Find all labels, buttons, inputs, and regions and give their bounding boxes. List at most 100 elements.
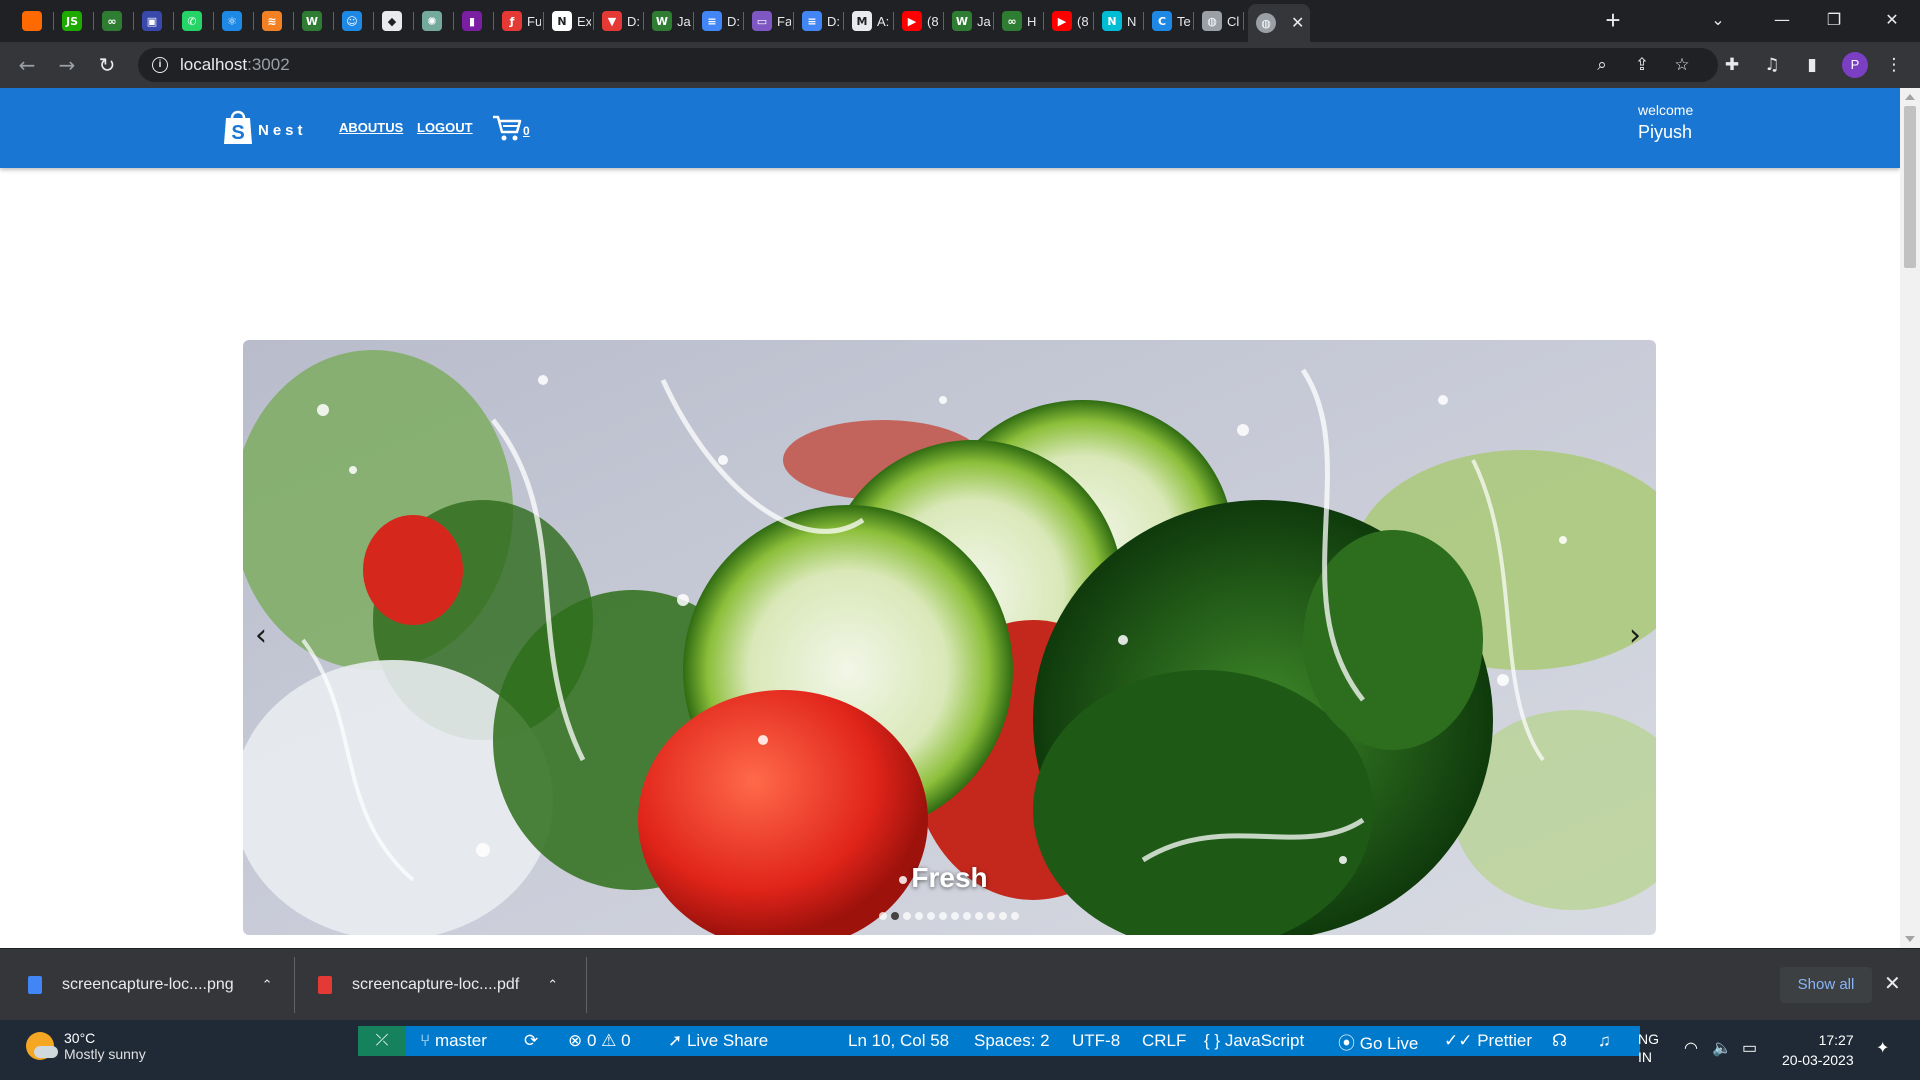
- carousel-next-button[interactable]: ›: [1629, 618, 1641, 653]
- cart-button[interactable]: 0: [492, 114, 530, 142]
- carousel-dot[interactable]: [951, 912, 959, 920]
- media-control-icon[interactable]: ♫: [1760, 53, 1784, 77]
- carousel-dot[interactable]: [939, 912, 947, 920]
- carousel-dot[interactable]: [963, 912, 971, 920]
- carousel-dot[interactable]: [975, 912, 983, 920]
- language-mode[interactable]: { } JavaScript: [1204, 1031, 1304, 1051]
- close-tab-icon[interactable]: ✕: [1291, 13, 1304, 33]
- carousel-dot[interactable]: [915, 912, 923, 920]
- docs-icon: ≡: [802, 11, 822, 31]
- wifi-icon[interactable]: ◠: [1684, 1038, 1698, 1058]
- feedback-icon[interactable]: ☊: [1552, 1031, 1567, 1051]
- live-share-button[interactable]: ➚ Live Share: [668, 1031, 768, 1051]
- new-tab-button[interactable]: +: [1598, 6, 1628, 36]
- url-text[interactable]: localhost:3002: [180, 55, 290, 75]
- back-icon[interactable]: ←: [12, 50, 42, 80]
- restore-button[interactable]: ❐: [1810, 0, 1858, 40]
- scroll-up-icon[interactable]: [1905, 94, 1915, 100]
- git-branch[interactable]: ⑂ master: [420, 1031, 487, 1051]
- carousel-dot[interactable]: [999, 912, 1007, 920]
- site-logo[interactable]: S Nest: [222, 108, 307, 146]
- browser-tab[interactable]: ▶ (8: [894, 6, 944, 36]
- carousel-dot[interactable]: [891, 912, 899, 920]
- browser-tab[interactable]: ⚛: [214, 6, 254, 36]
- browser-tab[interactable]: M A:: [844, 6, 894, 36]
- input-language[interactable]: NG IN: [1638, 1030, 1659, 1066]
- bookmark-star-icon[interactable]: ☆: [1670, 53, 1694, 77]
- sync-icon[interactable]: ⟳: [524, 1031, 538, 1051]
- scroll-down-icon[interactable]: [1905, 936, 1915, 942]
- browser-tab[interactable]: NN: [1094, 6, 1144, 36]
- scroll-thumb[interactable]: [1904, 106, 1916, 268]
- notifications-bell-icon[interactable]: ♫: [1598, 1031, 1611, 1051]
- carousel-dot[interactable]: [879, 912, 887, 920]
- browser-tab[interactable]: [14, 6, 54, 36]
- browser-tab[interactable]: ƒ Fu: [494, 6, 544, 36]
- browser-tab[interactable]: JS: [54, 6, 94, 36]
- weather-temp: 30°C: [64, 1030, 96, 1046]
- remote-icon[interactable]: ⤫: [358, 1026, 406, 1056]
- close-window-button[interactable]: ✕: [1868, 0, 1916, 40]
- notification-center-icon[interactable]: ✦: [1876, 1038, 1889, 1058]
- browser-tab[interactable]: ◍ Cl: [1194, 6, 1244, 36]
- show-all-downloads-button[interactable]: Show all: [1780, 967, 1872, 1003]
- browser-tab[interactable]: ▼ D:: [594, 6, 644, 36]
- carousel-dot[interactable]: [903, 912, 911, 920]
- shield-icon: ◆: [382, 11, 402, 31]
- carousel-dot[interactable]: [987, 912, 995, 920]
- tab-search-button[interactable]: ⌄: [1694, 0, 1742, 40]
- system-clock[interactable]: 17:27 20-03-2023: [1782, 1030, 1854, 1070]
- line-ending[interactable]: CRLF: [1142, 1031, 1186, 1051]
- cursor-position[interactable]: Ln 10, Col 58: [848, 1031, 949, 1051]
- browser-tab[interactable]: W Ja: [644, 6, 694, 36]
- browser-tab[interactable]: ∞ H: [994, 6, 1044, 36]
- browser-tab[interactable]: ☺: [334, 6, 374, 36]
- go-live-button[interactable]: ⦿ Go Live: [1338, 1029, 1418, 1054]
- weather-widget[interactable]: 30°C Mostly sunny: [26, 1030, 146, 1062]
- profile-avatar[interactable]: P: [1842, 52, 1868, 78]
- zoom-icon[interactable]: ⌕: [1590, 53, 1614, 77]
- nav-link-logout[interactable]: LOGOUT: [417, 120, 473, 135]
- browser-tab[interactable]: ≋: [254, 6, 294, 36]
- volume-icon[interactable]: 🔈: [1712, 1038, 1732, 1058]
- prettier-button[interactable]: ✓✓ Prettier: [1444, 1031, 1532, 1051]
- page-scrollbar[interactable]: [1900, 88, 1920, 948]
- menu-icon[interactable]: ⋮: [1882, 53, 1906, 77]
- address-bar[interactable]: i localhost:3002: [138, 48, 1718, 82]
- close-download-bar-icon[interactable]: ✕: [1884, 971, 1901, 995]
- carousel-prev-button[interactable]: ‹: [255, 618, 267, 653]
- active-browser-tab[interactable]: ◍ ✕: [1248, 4, 1310, 42]
- problems-indicator[interactable]: ⊗ 0 ⚠ 0: [568, 1031, 631, 1051]
- browser-tab[interactable]: ∞: [94, 6, 134, 36]
- extensions-icon[interactable]: ✚: [1720, 53, 1744, 77]
- carousel-dot[interactable]: [927, 912, 935, 920]
- site-info-icon[interactable]: i: [152, 57, 168, 73]
- browser-tab[interactable]: N Ex: [544, 6, 594, 36]
- browser-tab[interactable]: W: [294, 6, 334, 36]
- battery-icon[interactable]: ▭: [1742, 1038, 1757, 1058]
- browser-tab[interactable]: ≡ D:: [794, 6, 844, 36]
- browser-tab[interactable]: ▣: [134, 6, 174, 36]
- browser-tab[interactable]: ▶ (8: [1044, 6, 1094, 36]
- share-icon[interactable]: ⇪: [1630, 53, 1654, 77]
- browser-tab[interactable]: ✆: [174, 6, 214, 36]
- browser-tab[interactable]: ≡ D:: [694, 6, 744, 36]
- download-item[interactable]: screencapture-loc....png ⌃: [28, 949, 273, 1021]
- browser-tab[interactable]: ◆: [374, 6, 414, 36]
- reload-icon[interactable]: ↻: [92, 50, 122, 80]
- nav-link-aboutus[interactable]: ABOUTUS: [339, 120, 403, 135]
- chevron-up-icon[interactable]: ⌃: [262, 978, 273, 993]
- browser-tab[interactable]: W Ja: [944, 6, 994, 36]
- minimize-button[interactable]: —: [1758, 0, 1806, 40]
- browser-tab[interactable]: ▭ Fa: [744, 6, 794, 36]
- forward-icon[interactable]: →: [52, 50, 82, 80]
- browser-tab[interactable]: C Te: [1144, 6, 1194, 36]
- download-item[interactable]: screencapture-loc....pdf ⌃: [318, 949, 558, 1021]
- carousel-dot[interactable]: [1011, 912, 1019, 920]
- browser-tab[interactable]: ▮: [454, 6, 494, 36]
- indent-spaces[interactable]: Spaces: 2: [974, 1031, 1050, 1051]
- side-panel-icon[interactable]: ▮: [1800, 53, 1824, 77]
- file-encoding[interactable]: UTF-8: [1072, 1031, 1120, 1051]
- chevron-up-icon[interactable]: ⌃: [547, 978, 558, 993]
- browser-tab[interactable]: ✺: [414, 6, 454, 36]
